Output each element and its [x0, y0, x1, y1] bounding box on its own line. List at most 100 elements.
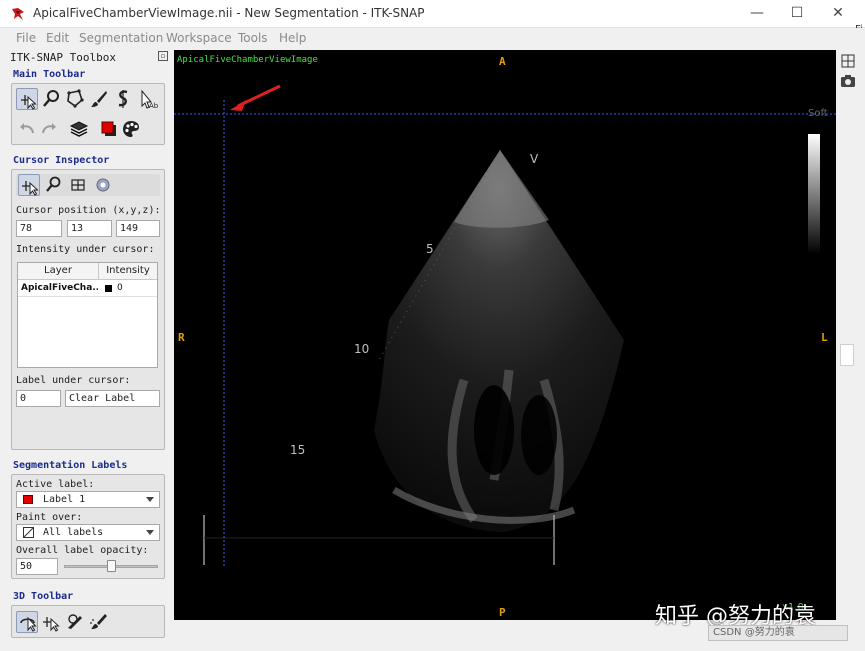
sync-icon: [96, 178, 110, 192]
zoom-tool-button[interactable]: [40, 88, 62, 110]
undo-button[interactable]: [16, 118, 38, 140]
layout-toggle-button[interactable]: [839, 52, 857, 70]
cursor-y-field[interactable]: 13: [67, 220, 112, 237]
viewer-side-toolbar: [836, 48, 865, 651]
active-label-label: Active label:: [16, 479, 95, 490]
intensity-column-header[interactable]: Intensity: [99, 263, 157, 280]
color-map-button[interactable]: [120, 118, 142, 140]
menu-edit[interactable]: Edit: [46, 31, 69, 45]
active-label-dropdown[interactable]: Label 1: [16, 491, 160, 508]
redo-button[interactable]: [38, 118, 60, 140]
layers-stack-icon: [69, 121, 89, 137]
cursor-z-field[interactable]: 149: [116, 220, 160, 237]
splitter-handle[interactable]: [840, 344, 854, 366]
segmentation-labels-title: Segmentation Labels: [13, 460, 128, 471]
label-name-field[interactable]: Clear Label: [65, 390, 160, 407]
paint-over-label: Paint over:: [16, 512, 83, 523]
itk-snap-toolbox: ITK-SNAP Toolbox ▫ Main Toolbar Ab Curso…: [8, 48, 170, 648]
toolbar-3d-panel: [11, 605, 165, 638]
paintbrush-tool-button[interactable]: [88, 88, 110, 110]
scalpel-icon: [68, 614, 82, 629]
title-bar: ApicalFiveChamberViewImage.nii - New Seg…: [0, 0, 865, 28]
polygon-icon: [67, 89, 84, 108]
camera-icon: [841, 75, 855, 87]
chevron-down-icon: [146, 530, 154, 535]
status-bar-text: CSDN @努力的袁: [708, 625, 848, 641]
annotation-tool-button[interactable]: Ab: [136, 88, 159, 110]
paint-over-value: All labels: [43, 527, 104, 538]
menu-file[interactable]: File: [16, 31, 36, 45]
rotate-3d-icon: [20, 616, 37, 632]
palette-icon: [123, 121, 139, 137]
depth-marker-10: 10: [354, 342, 370, 356]
crosshair-cursor-icon: [21, 95, 37, 110]
minimize-button[interactable]: —: [737, 0, 777, 28]
cursor-x-field[interactable]: 78: [16, 220, 62, 237]
snake-tool-button[interactable]: [112, 88, 134, 110]
magnifier-icon: [43, 90, 59, 107]
tab-sync[interactable]: [92, 174, 114, 196]
table-row-divider: [18, 296, 157, 297]
menu-segmentation[interactable]: Segmentation: [79, 31, 163, 45]
crosshair-cursor-icon: [22, 181, 39, 196]
toolbar-3d-title: 3D Toolbar: [13, 591, 74, 602]
opacity-field[interactable]: 50: [16, 558, 58, 575]
ruler-annotation-icon: Ab: [141, 89, 159, 110]
image-name-overlay: ApicalFiveChamberViewImage: [177, 55, 318, 65]
crosshair-cursor-icon: [43, 617, 60, 632]
label-color-squares-icon: [101, 121, 116, 136]
window-title: ApicalFiveChamberViewImage.nii - New Seg…: [33, 6, 425, 20]
screenshot-button[interactable]: [839, 72, 857, 90]
paintbrush-icon: [91, 91, 107, 107]
rotate-3d-tool-button[interactable]: [16, 611, 38, 633]
grid-layout-icon: [71, 179, 85, 191]
main-toolbar-panel: Ab: [11, 83, 165, 145]
polygon-tool-button[interactable]: [64, 88, 86, 110]
orientation-right: R: [178, 331, 185, 344]
svg-text:Ab: Ab: [149, 102, 158, 110]
active-label-value: Label 1: [43, 494, 86, 505]
tab-zoom-inspector[interactable]: [42, 174, 64, 196]
label-under-cursor-label: Label under cursor:: [16, 375, 131, 386]
menu-tools[interactable]: Tools: [238, 31, 268, 45]
magnifier-icon: [46, 176, 61, 192]
undo-arrow-icon: [20, 123, 34, 134]
paint-over-dropdown[interactable]: All labels: [16, 524, 160, 541]
slice-viewer[interactable]: ApicalFiveChamberViewImage A P R L Soft …: [174, 50, 836, 620]
layers-button[interactable]: [68, 118, 90, 140]
crosshair-tool-button[interactable]: [16, 88, 38, 110]
maximize-button[interactable]: ☐: [777, 0, 817, 28]
chevron-down-icon: [146, 497, 154, 502]
menu-workspace[interactable]: Workspace: [166, 31, 232, 45]
redo-arrow-icon: [42, 123, 56, 134]
layer-column-header[interactable]: Layer: [18, 263, 99, 280]
label-id-field[interactable]: 0: [16, 390, 61, 407]
tab-display-layout[interactable]: [67, 174, 89, 196]
menu-help[interactable]: Help: [279, 31, 306, 45]
layer-row-intensity: 0: [117, 283, 123, 293]
toolbox-float-button[interactable]: ▫: [158, 51, 168, 61]
snake-segmentation-icon: [118, 90, 128, 108]
toolbox-title: ITK-SNAP Toolbox: [10, 51, 116, 64]
cursor-inspector-panel: Cursor position (x,y,z): 78 13 149 Inten…: [11, 169, 165, 450]
crosshair-3d-tool-button[interactable]: [40, 611, 62, 633]
color-map-name: Soft: [808, 108, 828, 119]
label-editor-button[interactable]: [98, 118, 120, 140]
depth-marker-15: 15: [290, 443, 306, 457]
paint-3d-tool-button[interactable]: [88, 611, 110, 633]
intensity-color-swatch: [105, 285, 112, 292]
orientation-posterior: P: [499, 606, 506, 619]
menu-bar: File Edit Segmentation Workspace Tools H…: [0, 28, 865, 48]
segmentation-labels-panel: Active label: Label 1 Paint over: All la…: [11, 474, 165, 579]
close-button[interactable]: ✕: [818, 0, 858, 28]
echocardiogram-image: [174, 84, 836, 566]
scalpel-3d-tool-button[interactable]: [64, 611, 86, 633]
opacity-slider-handle[interactable]: [107, 560, 116, 572]
itk-snap-logo-icon: [12, 8, 24, 20]
all-labels-icon: [23, 527, 34, 538]
tab-cursor-inspector[interactable]: [18, 174, 40, 196]
orientation-left: L: [821, 331, 828, 344]
orientation-anterior: A: [499, 55, 506, 68]
intensity-colorbar: [808, 134, 820, 254]
layer-row-name[interactable]: ApicalFiveCha...: [21, 281, 98, 296]
